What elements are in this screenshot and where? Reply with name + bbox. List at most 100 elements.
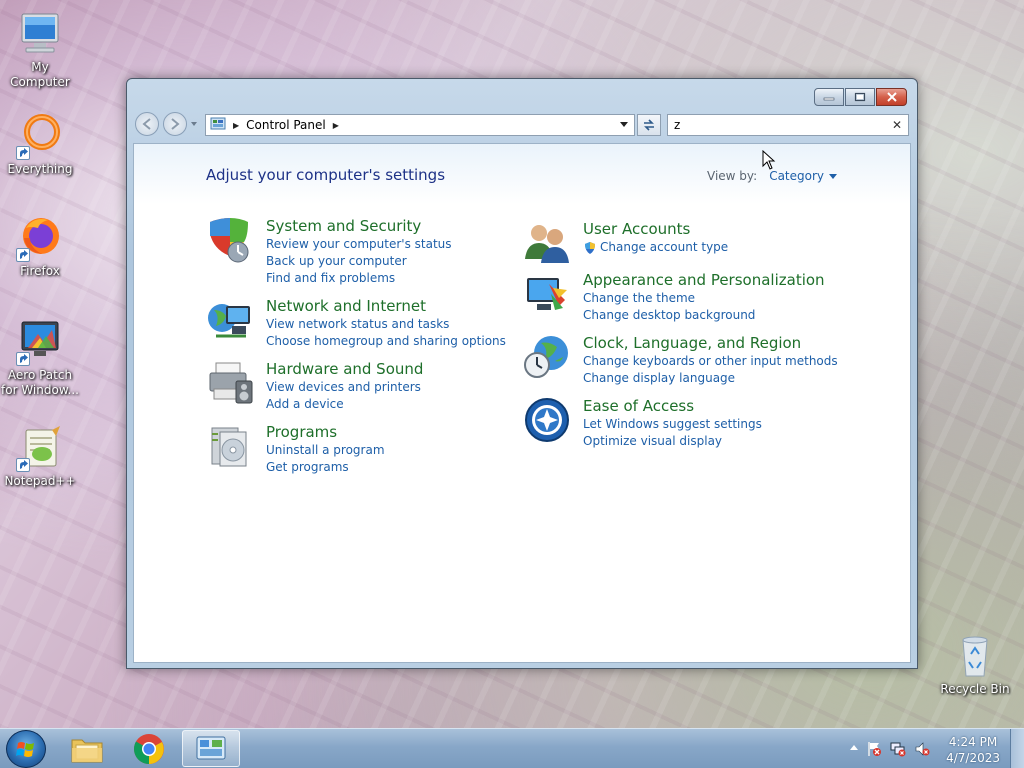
recent-pages-chevron-icon[interactable] (191, 122, 197, 126)
back-button[interactable] (135, 112, 159, 136)
shortcut-arrow-icon (16, 458, 30, 472)
folder-icon (71, 739, 103, 762)
link-homegroup-sharing[interactable]: Choose homegroup and sharing options (266, 333, 506, 350)
control-panel-content: Adjust your computer's settings View by:… (133, 143, 911, 663)
clock-date: 4/7/2023 (946, 751, 1000, 765)
aero-patch-icon (16, 318, 64, 366)
programs-icon (206, 422, 254, 470)
link-network-status[interactable]: View network status and tasks (266, 316, 506, 333)
search-input-value: z (674, 118, 681, 132)
link-back-up[interactable]: Back up your computer (266, 253, 452, 270)
action-center-flag-icon[interactable] (866, 741, 882, 761)
ease-of-access-icon (523, 396, 571, 444)
taskbar-chrome[interactable] (120, 730, 178, 767)
desktop-icon-label: Aero Patch for Window... (1, 368, 79, 397)
window-controls (813, 88, 907, 106)
link-change-display-language[interactable]: Change display language (583, 370, 838, 387)
printer-icon (206, 359, 254, 407)
link-find-fix-problems[interactable]: Find and fix problems (266, 270, 452, 287)
close-button[interactable] (876, 88, 907, 106)
everything-icon (16, 112, 64, 160)
link-change-account-type[interactable]: Change account type (583, 239, 728, 256)
chevron-down-icon[interactable] (829, 174, 838, 179)
control-panel-icon (196, 736, 226, 759)
desktop-icon-label: My Computer (10, 60, 70, 89)
chrome-icon (133, 733, 164, 764)
windows-logo-icon (16, 742, 34, 757)
link-uninstall-program[interactable]: Uninstall a program (266, 442, 385, 459)
notepad-plus-plus-icon (16, 424, 64, 472)
uac-shield-icon (585, 241, 595, 254)
link-add-device[interactable]: Add a device (266, 396, 423, 413)
desktop-icon-firefox[interactable]: Firefox (0, 214, 80, 279)
view-by-dropdown[interactable]: Category (769, 169, 824, 183)
forward-button[interactable] (163, 112, 187, 136)
clock-globe-icon (523, 333, 571, 381)
restore-icon (854, 92, 866, 102)
desktop-icon-aero-patch[interactable]: Aero Patch for Window... (0, 318, 80, 398)
control-panel-window[interactable]: ▶ Control Panel ▶ z ✕ Adjust your comput… (126, 78, 918, 669)
clock[interactable]: 4:24 PM 4/7/2023 (946, 734, 1000, 766)
back-arrow-icon (142, 118, 151, 130)
system-tray: 4:24 PM 4/7/2023 (824, 729, 1024, 768)
refresh-icon (644, 119, 654, 131)
page-title: Adjust your computer's settings (206, 166, 446, 184)
address-bar[interactable]: ▶ Control Panel ▶ (205, 114, 635, 136)
link-review-status[interactable]: Review your computer's status (266, 236, 452, 253)
refresh-button[interactable] (637, 114, 661, 136)
volume-muted-icon[interactable] (914, 741, 930, 761)
network-icon[interactable] (890, 741, 906, 761)
taskbar: 4:24 PM 4/7/2023 (0, 728, 1024, 768)
taskbar-control-panel[interactable] (182, 730, 240, 767)
desktop-icon-everything[interactable]: Everything (0, 112, 80, 177)
link-text: Change account type (600, 240, 729, 254)
shortcut-arrow-icon (16, 146, 30, 160)
category-title[interactable]: Appearance and Personalization (583, 270, 825, 290)
breadcrumb-control-panel[interactable]: Control Panel (246, 118, 326, 132)
show-hidden-icons-chevron-icon[interactable] (850, 745, 858, 750)
maximize-button[interactable] (845, 88, 875, 106)
breadcrumb-separator-icon[interactable]: ▶ (333, 121, 339, 130)
desktop-icon-label: Notepad++ (4, 474, 76, 488)
shortcut-arrow-icon (16, 248, 30, 262)
shield-icon (206, 216, 254, 264)
search-input[interactable]: z ✕ (667, 114, 909, 136)
computer-icon (16, 10, 64, 58)
link-optimize-visual-display[interactable]: Optimize visual display (583, 433, 762, 450)
link-change-background[interactable]: Change desktop background (583, 307, 825, 324)
view-by-label: View by: (707, 169, 758, 183)
category-title[interactable]: Hardware and Sound (266, 359, 423, 379)
desktop-icon-notepad-plus-plus[interactable]: Notepad++ (0, 424, 80, 489)
desktop-icon-label: Recycle Bin (940, 682, 1010, 696)
show-desktop-button[interactable] (1010, 729, 1024, 768)
mouse-cursor-icon (762, 149, 776, 174)
link-suggest-settings[interactable]: Let Windows suggest settings (583, 416, 762, 433)
desktop-icon-recycle-bin[interactable]: Recycle Bin (935, 632, 1015, 697)
appearance-icon (523, 270, 571, 318)
users-icon (523, 219, 571, 267)
link-change-theme[interactable]: Change the theme (583, 290, 825, 307)
start-button[interactable] (6, 730, 46, 768)
link-devices-printers[interactable]: View devices and printers (266, 379, 423, 396)
taskbar-windows-explorer[interactable] (58, 730, 116, 767)
category-title[interactable]: Programs (266, 422, 385, 442)
clear-search-icon[interactable]: ✕ (892, 118, 902, 132)
desktop-icon-my-computer[interactable]: My Computer (0, 10, 80, 90)
minimize-button[interactable] (814, 88, 844, 106)
link-change-keyboards[interactable]: Change keyboards or other input methods (583, 353, 838, 370)
address-dropdown-icon[interactable] (620, 122, 628, 127)
category-title[interactable]: Ease of Access (583, 396, 762, 416)
category-title[interactable]: Network and Internet (266, 296, 506, 316)
clock-time: 4:24 PM (948, 735, 998, 749)
shortcut-arrow-icon (16, 352, 30, 366)
network-globe-icon (206, 296, 254, 344)
link-get-programs[interactable]: Get programs (266, 459, 385, 476)
breadcrumb-separator-icon: ▶ (233, 120, 240, 130)
category-title[interactable]: Clock, Language, and Region (583, 333, 838, 353)
category-title[interactable]: System and Security (266, 216, 452, 236)
close-icon (886, 92, 897, 102)
category-title[interactable]: User Accounts (583, 219, 728, 239)
minimize-icon (823, 97, 835, 101)
recycle-bin-icon (951, 632, 999, 680)
firefox-icon (16, 214, 64, 262)
